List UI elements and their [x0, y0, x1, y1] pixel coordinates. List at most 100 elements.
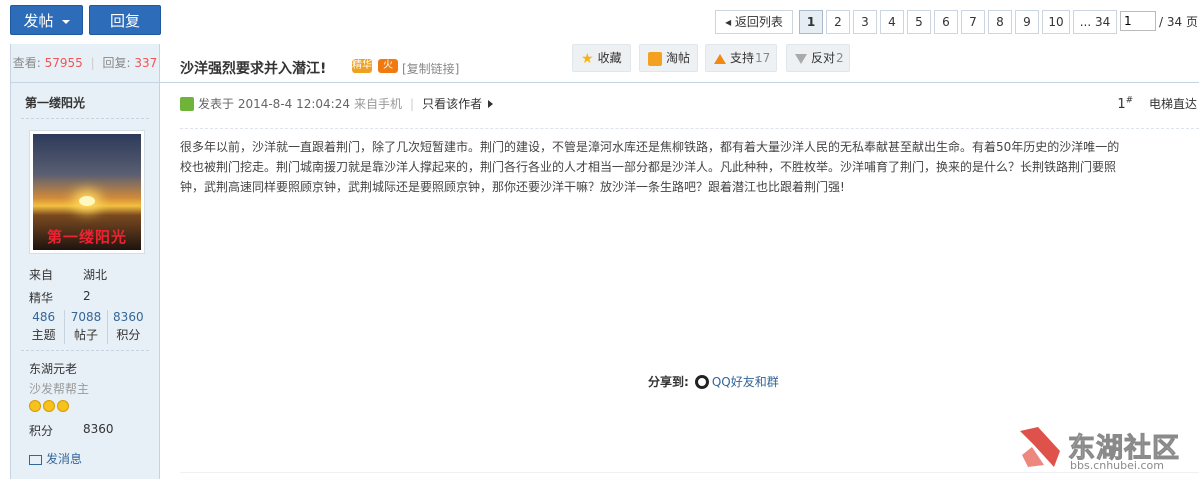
oppose-count: 2 [836, 51, 844, 65]
floor-info: 1# 电梯直达 [1117, 95, 1197, 112]
page-3-link[interactable]: 3 [853, 10, 877, 34]
share-bar: 分享到: QQ好友和群 [648, 373, 779, 390]
page-8-link[interactable]: 8 [988, 10, 1012, 34]
favorite-label: 收藏 [597, 51, 622, 65]
credits-count[interactable]: 8360 积分 [108, 310, 149, 344]
author-sidebar: 查看: 57955 | 回复: 337 第一缕阳光 第一缕阳光 来自 湖北 精华… [10, 44, 160, 479]
topics-count[interactable]: 486 主题 [23, 310, 66, 344]
back-to-list-button[interactable]: ◂ 返回列表 [715, 10, 793, 34]
page-total: / 34 页 [1159, 15, 1198, 29]
topics-label: 主题 [31, 328, 56, 342]
views-count: 57955 [44, 56, 83, 70]
page-7-link[interactable]: 7 [961, 10, 985, 34]
thread-title: 沙洋强烈要求并入潜江! [180, 61, 327, 77]
oppose-label: 反对 [811, 51, 836, 65]
sun-graphic [79, 196, 95, 206]
content-line: 校也被荆门挖走。荆门城南援刀就是靠沙洋人撑起来的，荆门各行各业的人才相当一部分都… [180, 160, 1117, 174]
page-1-link[interactable]: 1 [799, 10, 823, 34]
from-label: 来自 [29, 268, 54, 282]
support-button[interactable]: 支持17 [705, 44, 777, 72]
replies-count: 337 [134, 56, 158, 70]
divider [21, 350, 149, 351]
last-page-link[interactable]: ... 34 [1073, 10, 1117, 34]
chevron-down-icon[interactable] [61, 19, 70, 24]
posted-device[interactable]: 来自手机 [354, 95, 402, 112]
post-button[interactable]: 发帖 [10, 5, 83, 35]
post-content: 很多年以前，沙洋就一直跟着荆门，除了几次短暂建市。荆门的建设，不管是漳河水库还是… [180, 137, 1199, 197]
from-row: 来自 湖北 [29, 266, 107, 283]
level-icons [29, 400, 71, 412]
meta-divider-line [180, 128, 1199, 129]
content-line: 钟，武荆高速同样要照顾京钟，武荆城际还是要照顾京钟，那你还要沙洋干嘛？放沙洋一条… [180, 180, 845, 194]
oppose-button[interactable]: 反对2 [786, 44, 850, 72]
star-icon: ★ [581, 50, 594, 67]
digest-value: 2 [83, 289, 91, 303]
elevator-link[interactable]: 电梯直达 [1149, 97, 1197, 111]
floor-sup: # [1125, 95, 1134, 106]
topics-number: 486 [32, 310, 56, 324]
points-row: 积分 8360 [29, 422, 114, 439]
thread-stats: 查看: 57955 | 回复: 337 [11, 44, 159, 83]
credits-label: 积分 [116, 328, 141, 342]
only-author-link[interactable]: 只看该作者 [422, 95, 482, 112]
support-label: 支持 [730, 51, 755, 65]
meta-divider: | [410, 96, 415, 111]
thumb-up-icon [714, 53, 726, 64]
content-line: 很多年以前，沙洋就一直跟着荆门，除了几次短暂建市。荆门的建设，不管是漳河水库还是… [180, 140, 1120, 154]
posts-number: 7088 [70, 310, 102, 324]
post-meta: 发表于 2014-8-4 12:04:24 来自手机 | 只看该作者 [180, 95, 494, 112]
digest-label: 精华 [29, 291, 54, 305]
copy-link[interactable]: [复制链接] [402, 60, 459, 77]
credits-number: 8360 [113, 310, 144, 324]
hot-badge-icon: 火 [378, 59, 398, 73]
envelope-icon [29, 454, 42, 465]
divider [21, 118, 149, 119]
collect-thread-button[interactable]: 淘帖 [639, 44, 698, 72]
posted-time: 发表于 2014-8-4 12:04:24 [198, 97, 350, 111]
author-counts: 486 主题 7088 帖子 8360 积分 [23, 310, 149, 344]
send-message-link[interactable]: 发消息 [29, 450, 82, 467]
qq-icon[interactable] [694, 374, 709, 389]
watermark-url: bbs.cnhubei.com [1070, 459, 1164, 472]
floor-number[interactable]: 1# [1117, 95, 1134, 112]
page-9-link[interactable]: 9 [1015, 10, 1039, 34]
reply-button[interactable]: 回复 [89, 5, 161, 35]
user-rank: 东湖元老 [29, 362, 78, 376]
support-count: 17 [755, 51, 771, 65]
page-6-link[interactable]: 6 [934, 10, 958, 34]
from-value: 湖北 [83, 268, 108, 282]
floor-number-text: 1 [1117, 97, 1126, 112]
avatar[interactable]: 第一缕阳光 [29, 130, 145, 254]
site-logo-icon [1020, 427, 1060, 467]
stats-divider: | [90, 56, 95, 70]
share-label: 分享到: [648, 375, 689, 389]
avatar-signature: 第一缕阳光 [46, 228, 127, 246]
collect-icon [648, 51, 662, 66]
points-value: 8360 [83, 422, 114, 436]
digest-row: 精华 2 [29, 289, 91, 306]
user-group[interactable]: 沙发帮帮主 [29, 380, 89, 397]
page-4-link[interactable]: 4 [880, 10, 904, 34]
thumb-down-icon [795, 53, 807, 64]
post-button-label: 发帖 [23, 12, 54, 30]
share-qq-link[interactable]: QQ好友和群 [712, 373, 779, 390]
favorite-button[interactable]: ★ 收藏 [572, 44, 631, 72]
online-status-icon [180, 96, 194, 111]
author-username[interactable]: 第一缕阳光 [25, 94, 85, 111]
page-5-link[interactable]: 5 [907, 10, 931, 34]
posts-label: 帖子 [73, 328, 98, 342]
top-toolbar: 发帖 回复 ◂ 返回列表 1 2 3 4 5 6 7 8 9 10 ... 34… [0, 0, 1199, 44]
avatar-image: 第一缕阳光 [33, 134, 141, 250]
title-divider [160, 82, 1199, 83]
smile-icon [57, 400, 69, 412]
page-2-link[interactable]: 2 [826, 10, 850, 34]
page-10-link[interactable]: 10 [1042, 10, 1070, 34]
post-area: 沙洋强烈要求并入潜江! 精华 火 [复制链接] 发表于 2014-8-4 12:… [160, 44, 1199, 479]
pagination: ◂ 返回列表 1 2 3 4 5 6 7 8 9 10 ... 34 / 34 … [715, 10, 1198, 34]
points-label: 积分 [29, 424, 54, 438]
send-message-label: 发消息 [46, 452, 83, 466]
posts-count[interactable]: 7088 帖子 [65, 310, 108, 344]
page-number-input[interactable] [1120, 11, 1156, 31]
smile-icon [29, 400, 41, 412]
digest-badge-icon: 精华 [352, 59, 372, 73]
